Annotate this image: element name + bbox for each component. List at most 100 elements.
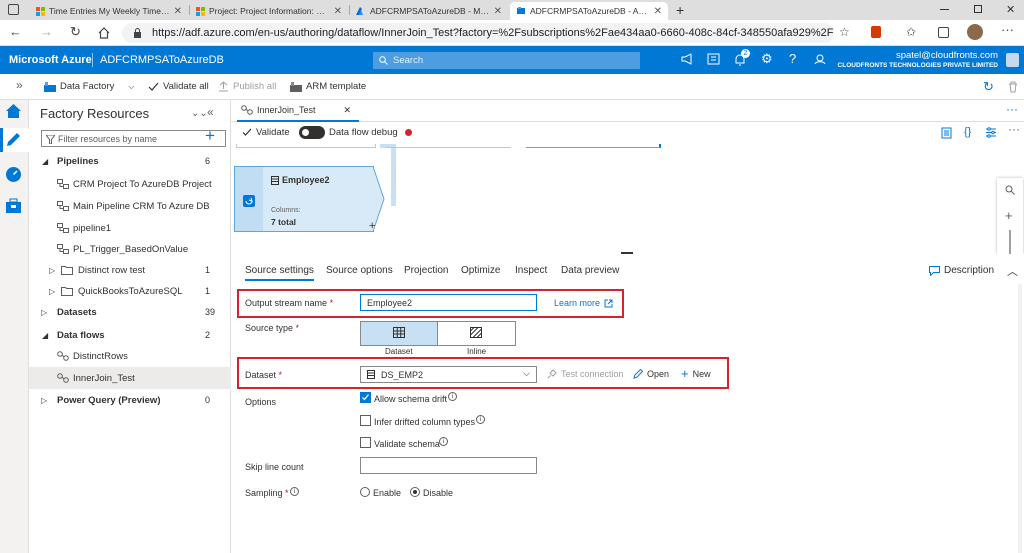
user-account[interactable]: spatel@cloudfronts.com CLOUDFRONTS TECHN…: [838, 51, 998, 71]
announcement-icon[interactable]: [681, 53, 694, 65]
more-tabs-icon[interactable]: ···: [1006, 102, 1018, 116]
tab-projection[interactable]: Projection: [404, 265, 448, 276]
info-icon[interactable]: i: [290, 487, 299, 496]
source-node-employee2[interactable]: Employee2 Columns: 7 total: [234, 166, 374, 232]
tree-item-dataflow[interactable]: DistinctRows: [29, 345, 231, 367]
tab-source-options[interactable]: Source options: [326, 265, 393, 276]
zoom-slider[interactable]: [1009, 230, 1011, 254]
tree-section-pipelines[interactable]: ◢ Pipelines 6: [29, 150, 231, 172]
window-restore-icon[interactable]: [974, 5, 982, 13]
home-icon[interactable]: [98, 27, 110, 39]
toggle-switch[interactable]: [299, 126, 325, 139]
tree-section-datasets[interactable]: ▷ Datasets 39: [29, 301, 231, 323]
refresh-icon[interactable]: ↻: [983, 79, 994, 95]
url-input[interactable]: https://adf.azure.com/en-us/authoring/da…: [122, 23, 834, 43]
skip-line-count-input[interactable]: [360, 457, 537, 474]
tab-data-preview[interactable]: Data preview: [561, 265, 619, 276]
dataflow-canvas[interactable]: Employee2 Columns: 7 total + +: [231, 144, 1024, 254]
info-icon[interactable]: i: [476, 415, 485, 424]
discard-all-icon[interactable]: [1008, 81, 1018, 93]
close-icon[interactable]: ✕: [494, 6, 502, 17]
more-options-icon[interactable]: ···: [1001, 23, 1014, 37]
back-arrow-icon[interactable]: ←: [9, 25, 22, 39]
more-options-icon[interactable]: ···: [1008, 122, 1020, 136]
switch-directory-icon[interactable]: [707, 53, 720, 65]
infer-drifted-column-types-checkbox[interactable]: [360, 415, 371, 426]
zoom-in-button[interactable]: +: [1005, 208, 1013, 223]
description-button[interactable]: Description: [929, 265, 994, 276]
output-stream-input[interactable]: Employee2: [360, 294, 537, 311]
manage-toolbox-icon[interactable]: [5, 198, 22, 214]
tab-innerjoin-test[interactable]: InnerJoin_Test ✕: [237, 100, 359, 122]
tree-item-pipeline[interactable]: CRM Project To AzureDB Project: [29, 173, 231, 195]
script-icon[interactable]: [941, 127, 952, 139]
browser-tab-2[interactable]: Project: Project Information: BUG ✕: [190, 2, 348, 20]
tab-source-settings[interactable]: Source settings: [245, 265, 314, 281]
profile-avatar-icon[interactable]: [967, 24, 983, 40]
zoom-search-icon[interactable]: [1005, 185, 1015, 195]
tree-section-dataflows[interactable]: ◢ Data flows 2: [29, 324, 231, 346]
validate-schema-checkbox[interactable]: [360, 437, 371, 448]
vertical-scrollbar[interactable]: [1018, 284, 1022, 553]
filter-resources-input[interactable]: Filter resources by name: [41, 130, 226, 147]
add-resource-icon[interactable]: +: [205, 127, 215, 144]
close-icon[interactable]: ✕: [174, 6, 182, 17]
collapse-rail-icon[interactable]: »: [16, 78, 23, 92]
forward-arrow-icon[interactable]: →: [40, 25, 53, 39]
user-avatar[interactable]: [1006, 53, 1019, 67]
tree-item-pipeline[interactable]: PL_Trigger_BasedOnValue: [29, 238, 231, 260]
browser-tab-1[interactable]: Time Entries My Weekly Time En ✕: [30, 2, 188, 20]
sampling-enable-radio[interactable]: [360, 487, 370, 497]
azure-brand[interactable]: Microsoft Azure: [9, 54, 92, 66]
feedback-icon[interactable]: [814, 53, 827, 65]
arm-template-button[interactable]: ARM template: [290, 81, 366, 92]
collapse-panel-icon[interactable]: ︿: [1007, 263, 1018, 279]
close-icon[interactable]: ✕: [334, 6, 342, 17]
window-close-icon[interactable]: ✕: [1006, 3, 1015, 16]
tree-folder-distinct-row-test[interactable]: ▷ Distinct row test 1: [29, 259, 231, 281]
validate-button[interactable]: Validate: [242, 127, 290, 138]
publish-all-button[interactable]: Publish all: [218, 81, 276, 92]
monitor-gauge-icon[interactable]: [5, 166, 22, 183]
settings-gear-icon[interactable]: ⚙: [761, 51, 773, 67]
favorite-star-icon[interactable]: ☆: [839, 25, 850, 39]
data-flow-debug-toggle[interactable]: Data flow debug: [299, 126, 412, 139]
data-factory-dropdown[interactable]: Data Factory ⌵: [44, 81, 134, 92]
collapse-all-icon[interactable]: ⌄⌄: [191, 108, 208, 119]
factory-name[interactable]: ADFCRMPSAToAzureDB: [100, 54, 224, 66]
new-dataset-button[interactable]: + New: [681, 367, 711, 380]
collections-icon[interactable]: [938, 27, 949, 38]
refresh-icon[interactable]: ↻: [70, 25, 81, 39]
browser-menu-icon[interactable]: [8, 4, 19, 15]
tree-item-dataflow-selected[interactable]: InnerJoin_Test: [29, 367, 231, 389]
collapse-pane-icon[interactable]: «: [207, 105, 214, 119]
tree-item-pipeline[interactable]: pipeline1: [29, 217, 231, 239]
splitter-handle[interactable]: [621, 252, 633, 254]
close-icon[interactable]: ✕: [654, 6, 662, 17]
window-minimize-icon[interactable]: [940, 9, 949, 10]
favorites-bar-icon[interactable]: ✩: [906, 25, 916, 39]
new-tab-button[interactable]: +: [676, 2, 684, 18]
browser-tab-4-active[interactable]: ADFCRMPSAToAzureDB - Azure ✕: [510, 2, 668, 20]
close-icon[interactable]: ✕: [343, 105, 351, 116]
info-icon[interactable]: i: [448, 392, 457, 401]
info-icon[interactable]: i: [439, 437, 448, 446]
tree-folder-quickbooks[interactable]: ▷ QuickBooksToAzureSQL 1: [29, 280, 231, 302]
home-icon[interactable]: [5, 103, 22, 119]
tab-optimize[interactable]: Optimize: [461, 265, 500, 276]
properties-icon[interactable]: [985, 127, 997, 138]
sampling-disable-radio[interactable]: [410, 487, 420, 497]
learn-more-link[interactable]: Learn more: [554, 298, 613, 308]
tab-inspect[interactable]: Inspect: [515, 265, 547, 276]
code-braces-icon[interactable]: {}: [964, 126, 971, 138]
add-transformation-button[interactable]: +: [369, 220, 375, 232]
dataset-select[interactable]: DS_EMP2 ⌵: [360, 366, 537, 383]
allow-schema-drift-checkbox[interactable]: [360, 392, 371, 403]
open-dataset-button[interactable]: Open: [633, 369, 669, 379]
help-question-icon[interactable]: ?: [789, 51, 796, 66]
search-input[interactable]: Search: [373, 52, 640, 69]
tree-item-pipeline[interactable]: Main Pipeline CRM To Azure DB: [29, 195, 231, 217]
office-extension-icon[interactable]: [871, 26, 881, 38]
tree-section-power-query[interactable]: ▷ Power Query (Preview) 0: [29, 389, 231, 411]
validate-all-button[interactable]: Validate all: [148, 81, 209, 92]
